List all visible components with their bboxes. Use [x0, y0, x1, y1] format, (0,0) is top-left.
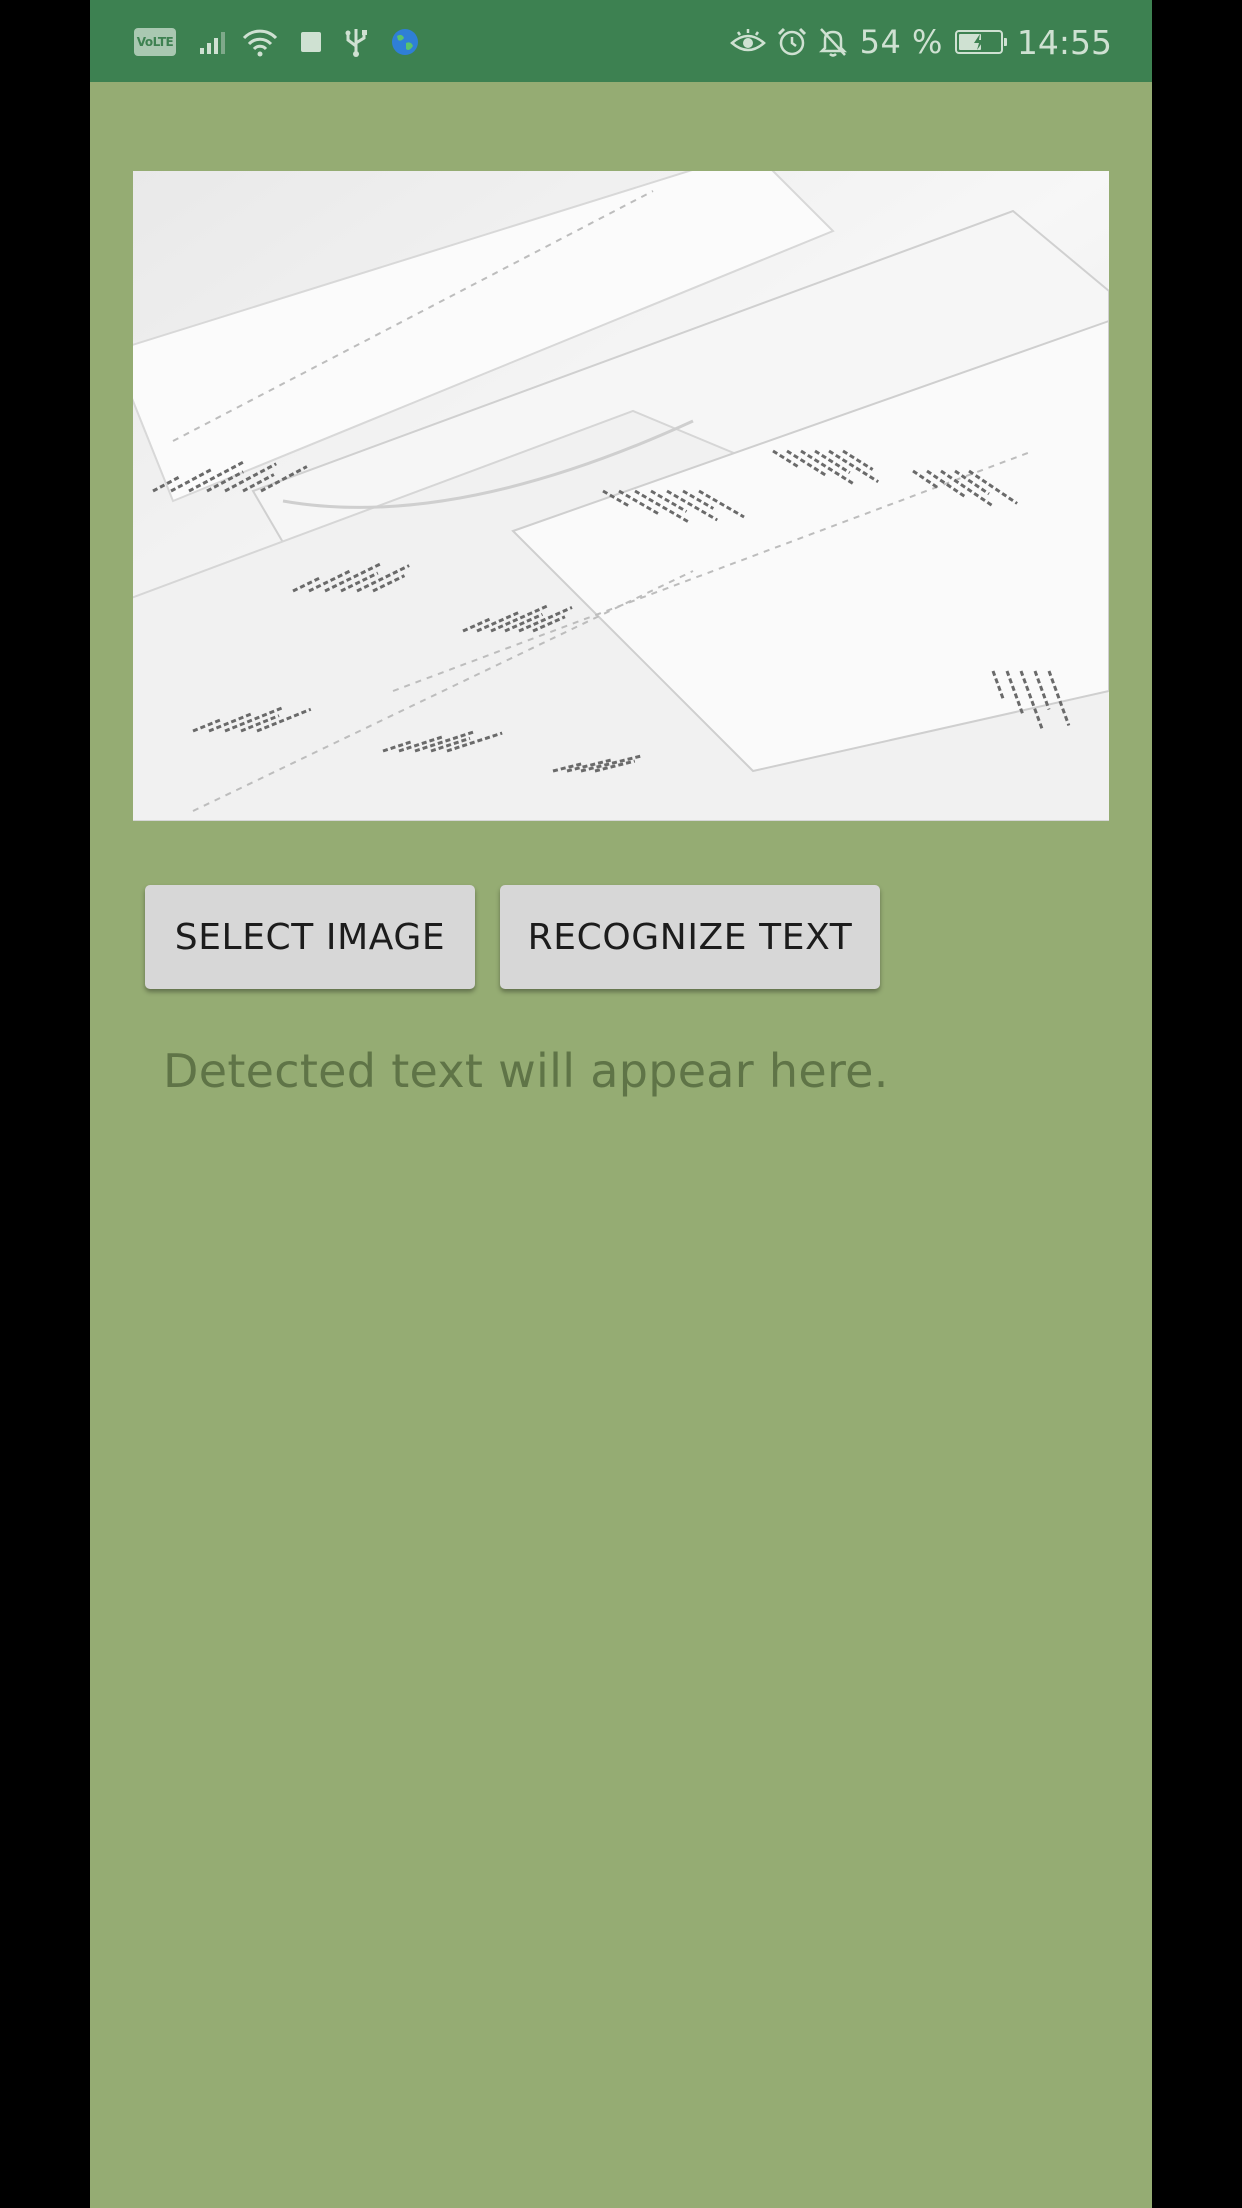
wifi-icon — [242, 22, 278, 62]
battery-tip — [1003, 38, 1007, 46]
usb-icon — [344, 22, 368, 62]
volte-badge: VoLTE — [134, 28, 176, 56]
battery-percent: 54 % — [859, 23, 943, 61]
bell-off-icon — [818, 22, 848, 62]
status-icons-right: 54 % 14:55 — [720, 20, 1112, 64]
signal-icon — [198, 22, 232, 62]
detected-text-output: Detected text will appear here. — [163, 1044, 889, 1098]
receipt-image[interactable] — [133, 171, 1109, 821]
select-image-button[interactable]: SELECT IMAGE — [145, 885, 475, 989]
app-screen: VoLTE 54 % 14:55 SELECT IMAGE RECOGNIZE … — [90, 0, 1152, 2208]
clock: 14:55 — [1016, 22, 1112, 62]
battery-icon — [954, 30, 1007, 54]
status-icons-left: VoLTE — [134, 22, 420, 62]
notification-square-icon — [300, 22, 322, 62]
recognize-text-button[interactable]: RECOGNIZE TEXT — [500, 885, 880, 989]
alarm-icon — [776, 22, 808, 62]
receipts-photo-icon — [133, 171, 1109, 821]
eye-icon — [729, 22, 766, 62]
status-bar: VoLTE 54 % 14:55 — [90, 0, 1152, 82]
charging-bolt-icon — [973, 34, 984, 50]
globe-icon — [390, 22, 420, 62]
